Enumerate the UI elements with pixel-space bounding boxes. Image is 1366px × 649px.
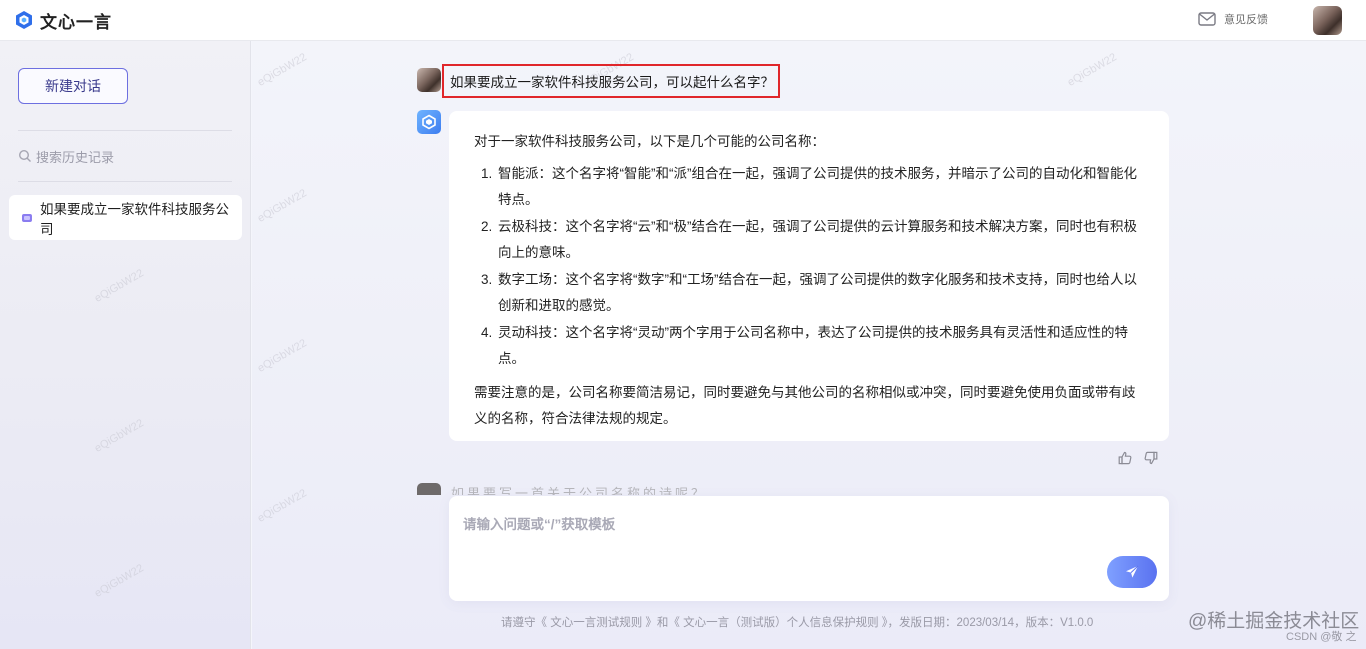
footer-notice: 请遵守《 文心一言测试规则 》和《 文心一言（测试版）个人信息保护规则 》，发版…: [501, 617, 1094, 629]
feedback-label: 意见反馈: [1224, 14, 1268, 26]
answer-intro: 对于一家软件科技服务公司，以下是几个可能的公司名称：: [474, 134, 825, 149]
next-message-preview: 如果要写一首关于公司名称的诗呢？: [417, 481, 717, 495]
answer-list: 智能派：这个名字将“智能”和“派”组合在一起，强调了公司提供的技术服务，并暗示了…: [496, 161, 1145, 372]
chat-icon: [21, 213, 32, 222]
user-avatar: [417, 68, 441, 92]
composer: [449, 496, 1169, 601]
app-logo[interactable]: 文心一言: [14, 8, 112, 33]
new-chat-button[interactable]: 新建对话: [18, 68, 128, 104]
list-item: 云极科技：这个名字将“云”和“极”结合在一起，强调了公司提供的云计算服务和技术解…: [496, 214, 1145, 266]
user-avatar: [417, 483, 441, 495]
search-icon: [18, 149, 31, 162]
search-placeholder: 搜索历史记录: [36, 149, 115, 165]
top-bar: 文心一言 意见反馈: [0, 0, 1366, 41]
list-item: 智能派：这个名字将“智能”和“派”组合在一起，强调了公司提供的技术服务，并暗示了…: [496, 161, 1145, 213]
history-search[interactable]: 搜索历史记录: [18, 145, 232, 167]
thumbs-down-icon[interactable]: [1144, 451, 1158, 465]
question-text: 如果要成立一家软件科技服务公司，可以起什么名字？: [450, 75, 774, 90]
answer-card: 对于一家软件科技服务公司，以下是几个可能的公司名称： 智能派：这个名字将“智能”…: [449, 111, 1169, 441]
send-button[interactable]: [1107, 556, 1157, 588]
sidebar-divider: [18, 181, 232, 182]
bot-avatar: [417, 110, 441, 134]
csdn-credit: CSDN @敬 之: [1286, 631, 1357, 643]
avatar[interactable]: [1313, 6, 1342, 35]
sidebar: 新建对话 搜索历史记录 如果要成立一家软件科技服务公司: [0, 41, 251, 649]
feedback-link[interactable]: 意见反馈: [1198, 11, 1268, 27]
send-icon: [1126, 565, 1139, 578]
mail-icon: [1198, 12, 1216, 26]
list-item: 数字工场：这个名字将“数字”和“工场”结合在一起，强调了公司提供的数字化服务和技…: [496, 267, 1145, 319]
list-item: 灵动科技：这个名字将“灵动”两个字用于公司名称中，表达了公司提供的技术服务具有灵…: [496, 320, 1145, 372]
prompt-input[interactable]: [463, 512, 1063, 536]
sidebar-item-history[interactable]: 如果要成立一家软件科技服务公司: [9, 195, 242, 240]
bot-logo-icon: [422, 114, 436, 130]
history-title: 如果要成立一家软件科技服务公司: [39, 201, 229, 237]
app-name: 文心一言: [40, 12, 112, 32]
answer-feedback: [1118, 451, 1158, 465]
next-question-text: 如果要写一首关于公司名称的诗呢？: [451, 486, 708, 495]
logo-icon: [16, 11, 32, 29]
answer-note: 需要注意的是，公司名称要简洁易记，同时要避免与其他公司的名称相似或冲突，同时要避…: [474, 385, 1136, 426]
sidebar-divider: [18, 130, 232, 131]
thumbs-up-icon[interactable]: [1118, 451, 1132, 465]
user-question: 如果要成立一家软件科技服务公司，可以起什么名字？: [442, 64, 780, 98]
